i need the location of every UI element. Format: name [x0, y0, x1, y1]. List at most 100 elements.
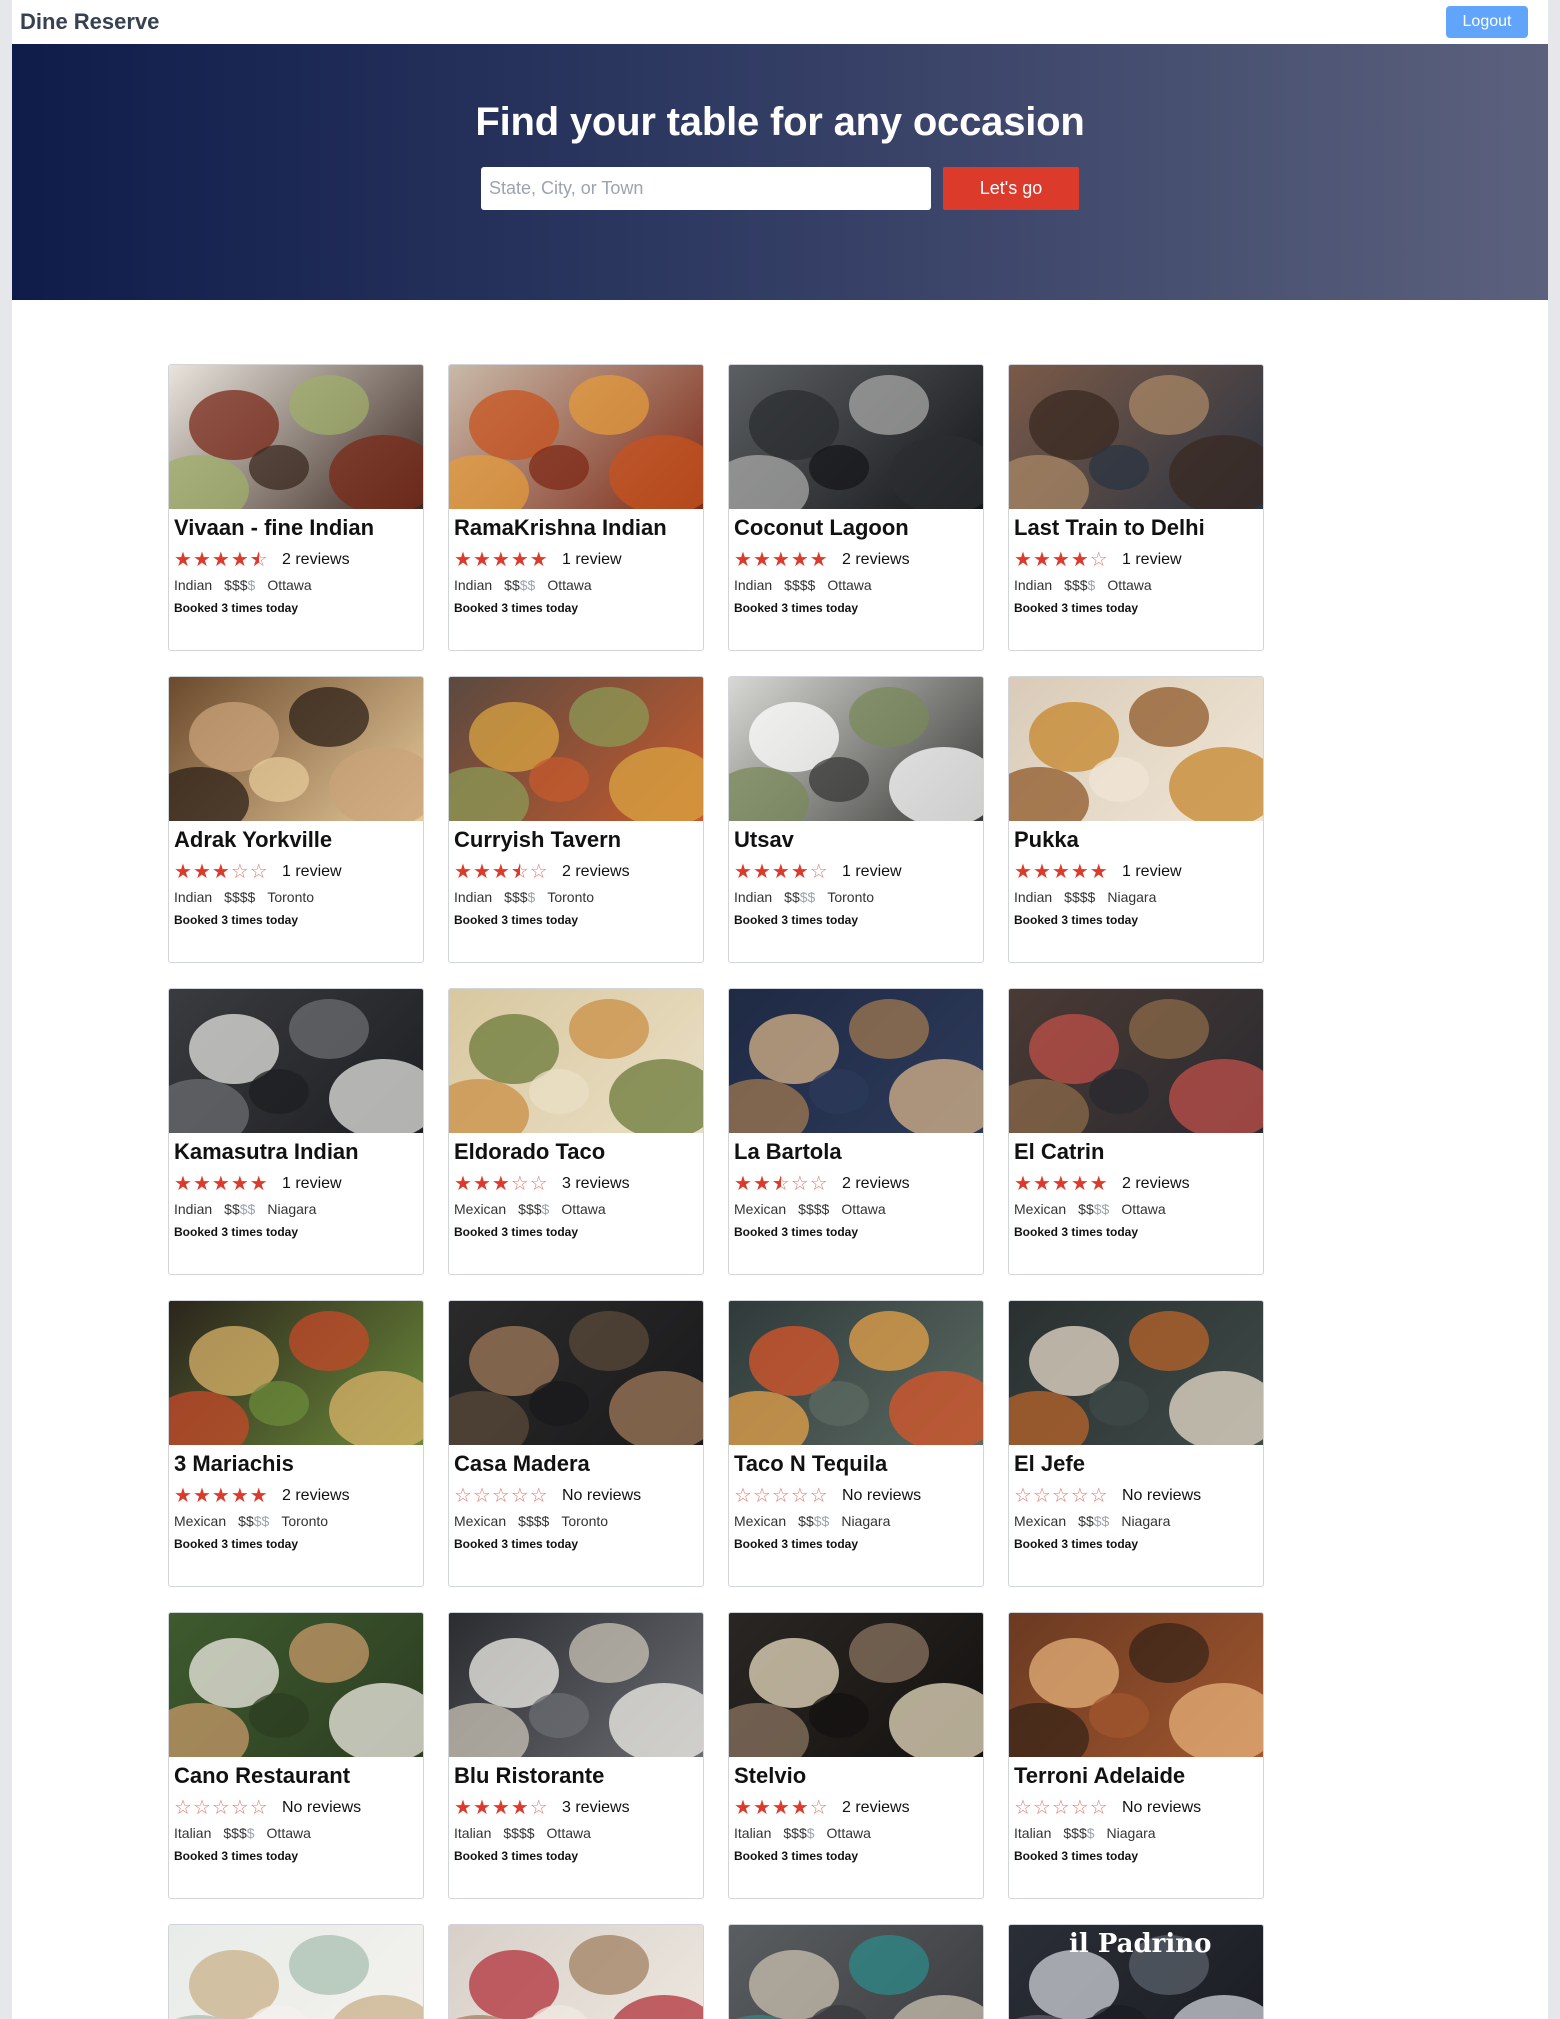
restaurant-card[interactable]: Adrak Yorkville ★★★☆☆ 1 review Indian $$$$ To…: [168, 676, 424, 963]
photo-detail: [1169, 747, 1263, 821]
restaurant-card[interactable]: Utsav ★★★★☆ 1 review Indian $$$$ Toronto Booke…: [728, 676, 984, 963]
restaurant-photo[interactable]: [169, 677, 423, 821]
star-rating: ☆☆☆☆☆: [174, 1798, 280, 1818]
page: Dine Reserve Logout Find your table for …: [12, 0, 1548, 2019]
location-search-input[interactable]: [481, 167, 931, 210]
booking-count: Booked 3 times today: [734, 1537, 859, 1551]
restaurant-photo[interactable]: [729, 677, 983, 821]
brand-logo[interactable]: Dine Reserve: [20, 9, 159, 35]
restaurant-photo[interactable]: [1009, 1613, 1263, 1757]
restaurant-card[interactable]: [168, 1924, 424, 2019]
restaurant-photo[interactable]: [449, 677, 703, 821]
photo-detail: [569, 1623, 649, 1683]
star-empty-icon: ☆: [491, 1485, 511, 1507]
restaurant-name[interactable]: Kamasutra Indian: [174, 1139, 418, 1165]
restaurant-name[interactable]: El Jefe: [1014, 1451, 1258, 1477]
restaurant-card[interactable]: Eldorado Taco ★★★☆☆ 3 reviews Mexican $$$$ Ot…: [448, 988, 704, 1275]
price-sign-active: $: [223, 1825, 232, 1841]
restaurant-photo[interactable]: [729, 365, 983, 509]
restaurant-card[interactable]: El Catrin ★★★★★ 2 reviews Mexican $$$$ Ottawa…: [1008, 988, 1264, 1275]
photo-detail: [1129, 999, 1209, 1059]
restaurant-photo[interactable]: [449, 1301, 703, 1445]
restaurant-photo[interactable]: [449, 365, 703, 509]
restaurant-name[interactable]: El Catrin: [1014, 1139, 1258, 1165]
restaurant-photo[interactable]: [449, 1925, 703, 2019]
restaurant-card[interactable]: Curryish Tavern★★★☆★☆2 reviewsIndian$$$$…: [448, 676, 704, 963]
card-info: Utsav ★★★★☆ 1 review Indian $$$$ Toronto Booke…: [729, 821, 983, 927]
restaurant-name[interactable]: RamaKrishna Indian: [454, 515, 698, 541]
restaurant-photo[interactable]: [449, 1613, 703, 1757]
restaurant-name[interactable]: Casa Madera: [454, 1451, 698, 1477]
restaurant-card[interactable]: Kamasutra Indian ★★★★★ 1 review Indian $$$$ N…: [168, 988, 424, 1275]
restaurant-name[interactable]: Curryish Tavern: [454, 827, 698, 853]
price-sign-active: $: [238, 1513, 246, 1529]
restaurant-name[interactable]: Utsav: [734, 827, 978, 853]
restaurant-photo[interactable]: [729, 1301, 983, 1445]
restaurant-photo[interactable]: [729, 1925, 983, 2019]
restaurant-name[interactable]: Stelvio: [734, 1763, 978, 1789]
restaurant-card[interactable]: Terroni Adelaide ☆☆☆☆☆ No reviews Italian $$…: [1008, 1612, 1264, 1899]
photo-detail: [1009, 1703, 1089, 1757]
restaurant-card[interactable]: [448, 1924, 704, 2019]
restaurant-name[interactable]: Eldorado Taco: [454, 1139, 698, 1165]
restaurant-name[interactable]: La Bartola: [734, 1139, 978, 1165]
restaurant-name[interactable]: Adrak Yorkville: [174, 827, 418, 853]
restaurant-name[interactable]: Terroni Adelaide: [1014, 1763, 1258, 1789]
restaurant-name[interactable]: Vivaan - fine Indian: [174, 515, 418, 541]
restaurant-card[interactable]: Casa Madera ☆☆☆☆☆ No reviews Mexican $$$$ Tor…: [448, 1300, 704, 1587]
card-info: Adrak Yorkville ★★★☆☆ 1 review Indian $$$$ To…: [169, 821, 423, 927]
price-sign-inactive: $: [246, 1825, 255, 1841]
restaurant-photo[interactable]: [729, 989, 983, 1133]
restaurant-name[interactable]: 3 Mariachis: [174, 1451, 418, 1477]
restaurant-name[interactable]: Cano Restaurant: [174, 1763, 418, 1789]
restaurant-photo[interactable]: [1009, 1301, 1263, 1445]
photo-detail: [569, 687, 649, 747]
star-rating: ☆☆☆☆☆: [1014, 1486, 1120, 1506]
star-full-icon: ★: [472, 549, 492, 571]
photo-detail: [1129, 375, 1209, 435]
restaurant-card[interactable]: [728, 1924, 984, 2019]
photo-detail: [809, 1381, 869, 1426]
restaurant-name[interactable]: Blu Ristorante: [454, 1763, 698, 1789]
photo-detail: [249, 1693, 309, 1738]
restaurant-name[interactable]: Pukka: [1014, 827, 1258, 853]
restaurant-card[interactable]: La Bartola★★☆★☆☆2 reviewsMexican$$$$Otta…: [728, 988, 984, 1275]
star-full-icon: ★: [752, 549, 772, 571]
restaurant-photo[interactable]: [729, 1613, 983, 1757]
restaurant-photo[interactable]: [1009, 365, 1263, 509]
restaurant-card[interactable]: Pukka ★★★★★ 1 review Indian $$$$ Niagara Booke…: [1008, 676, 1264, 963]
rating-row: ☆☆☆☆☆ No reviews: [454, 1485, 698, 1507]
photo-detail: [329, 1059, 423, 1133]
restaurant-photo[interactable]: [169, 365, 423, 509]
photo-detail: [249, 445, 309, 490]
restaurant-photo[interactable]: [169, 1925, 423, 2019]
restaurant-photo[interactable]: il Padrino: [1009, 1925, 1263, 2019]
restaurant-card[interactable]: 3 Mariachis ★★★★★ 2 reviews Mexican $$$$ Toro…: [168, 1300, 424, 1587]
restaurant-photo[interactable]: [1009, 677, 1263, 821]
restaurant-card[interactable]: il Padrino: [1008, 1924, 1264, 2019]
restaurant-card[interactable]: Last Train to Delhi ★★★★☆ 1 review Indian $$…: [1008, 364, 1264, 651]
restaurant-card[interactable]: Stelvio ★★★★☆ 2 reviews Italian $$$$ Ottawa Bo…: [728, 1612, 984, 1899]
restaurant-name[interactable]: Taco N Tequila: [734, 1451, 978, 1477]
restaurant-card[interactable]: El Jefe ☆☆☆☆☆ No reviews Mexican $$$$ Niagara…: [1008, 1300, 1264, 1587]
restaurant-photo[interactable]: [449, 989, 703, 1133]
lets-go-button[interactable]: Let's go: [943, 167, 1079, 210]
restaurant-photo[interactable]: [169, 1301, 423, 1445]
restaurant-card[interactable]: RamaKrishna Indian ★★★★★ 1 review Indian $$$…: [448, 364, 704, 651]
restaurant-photo[interactable]: [169, 989, 423, 1133]
star-empty-icon: ☆: [1070, 1485, 1090, 1507]
photo-detail: [609, 1995, 703, 2019]
restaurant-name[interactable]: Coconut Lagoon: [734, 515, 978, 541]
restaurant-card[interactable]: Coconut Lagoon ★★★★★ 2 reviews Indian $$$$ Ot…: [728, 364, 984, 651]
price-sign-active: $: [511, 889, 520, 905]
restaurant-photo[interactable]: [1009, 989, 1263, 1133]
logout-button[interactable]: Logout: [1446, 6, 1528, 38]
restaurant-name[interactable]: Last Train to Delhi: [1014, 515, 1258, 541]
restaurant-card[interactable]: Blu Ristorante ★★★★☆ 3 reviews Italian $$$$ O…: [448, 1612, 704, 1899]
restaurant-card[interactable]: Taco N Tequila ☆☆☆☆☆ No reviews Mexican $$$$…: [728, 1300, 984, 1587]
price-level: $$$$: [783, 1825, 814, 1841]
restaurant-card[interactable]: Vivaan - fine Indian★★★★☆★2 reviewsIndia…: [168, 364, 424, 651]
rating-row: ★★★★★ 1 review: [174, 1173, 418, 1195]
restaurant-card[interactable]: Cano Restaurant ☆☆☆☆☆ No reviews Italian $$$…: [168, 1612, 424, 1899]
restaurant-photo[interactable]: [169, 1613, 423, 1757]
